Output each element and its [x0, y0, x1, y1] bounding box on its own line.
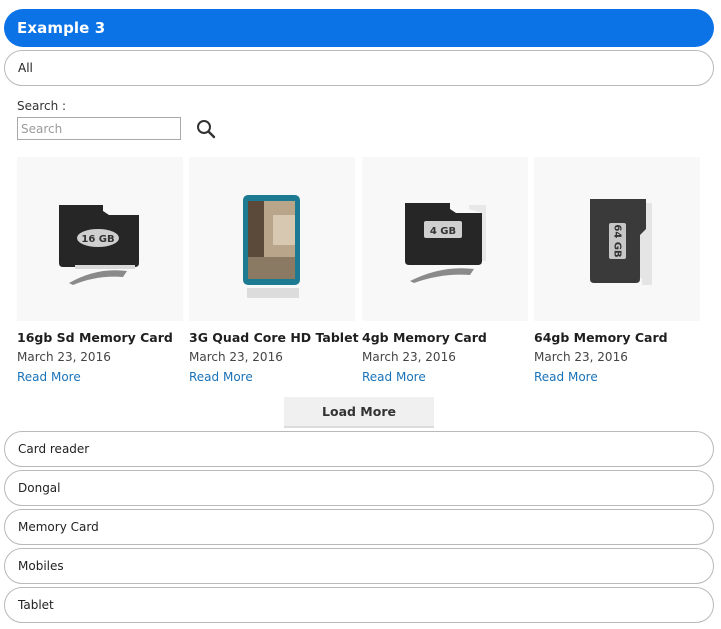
example-header[interactable]: Example 3 [4, 9, 714, 47]
read-more-link[interactable]: Read More [17, 370, 81, 384]
product-title[interactable]: 16gb Sd Memory Card [17, 330, 183, 345]
filter-tablet[interactable]: Tablet [4, 587, 714, 623]
filter-card-reader[interactable]: Card reader [4, 431, 714, 467]
filter-label: Mobiles [18, 559, 64, 573]
header-title: Example 3 [17, 19, 106, 37]
filter-mobiles[interactable]: Mobiles [4, 548, 714, 584]
card-label-16gb: 16 GB [81, 234, 114, 245]
filter-label: Memory Card [18, 520, 99, 534]
product-date: March 23, 2016 [534, 350, 628, 364]
read-more-link[interactable]: Read More [189, 370, 253, 384]
product-image[interactable]: 64 GB [534, 157, 700, 321]
product-title[interactable]: 4gb Memory Card [362, 330, 528, 345]
product-title[interactable]: 64gb Memory Card [534, 330, 700, 345]
product-image[interactable]: 16 GB [17, 157, 183, 321]
product-title[interactable]: 3G Quad Core HD Tablet [189, 330, 359, 345]
product-date: March 23, 2016 [362, 350, 456, 364]
product-image[interactable]: 4 GB [362, 157, 528, 321]
product-date: March 23, 2016 [189, 350, 283, 364]
filter-label: Dongal [18, 481, 61, 495]
filter-all-label: All [18, 61, 33, 75]
page: Example 3 All Search : 16 GB 16gb Sd Mem… [0, 0, 721, 629]
card-label-4gb: 4 GB [430, 226, 456, 237]
read-more-link[interactable]: Read More [534, 370, 598, 384]
filter-memory-card[interactable]: Memory Card [4, 509, 714, 545]
filter-dongal[interactable]: Dongal [4, 470, 714, 506]
load-more-button[interactable]: Load More [284, 397, 434, 428]
filter-all[interactable]: All [4, 50, 714, 86]
product-card: 4 GB 4gb Memory Card March 23, 2016 Read… [362, 157, 528, 385]
product-card: 16 GB 16gb Sd Memory Card March 23, 2016… [17, 157, 183, 385]
read-more-link[interactable]: Read More [362, 370, 426, 384]
search-label: Search : [17, 99, 67, 113]
filter-label: Tablet [18, 598, 54, 612]
product-image[interactable] [189, 157, 355, 321]
product-card: 3G Quad Core HD Tablet March 23, 2016 Re… [189, 157, 359, 385]
filter-label: Card reader [18, 442, 90, 456]
product-card: 64 GB 64gb Memory Card March 23, 2016 Re… [534, 157, 700, 385]
product-date: March 23, 2016 [17, 350, 111, 364]
search-input[interactable] [17, 117, 181, 140]
search-icon[interactable] [195, 118, 217, 140]
card-label-64gb: 64 GB [612, 224, 623, 257]
